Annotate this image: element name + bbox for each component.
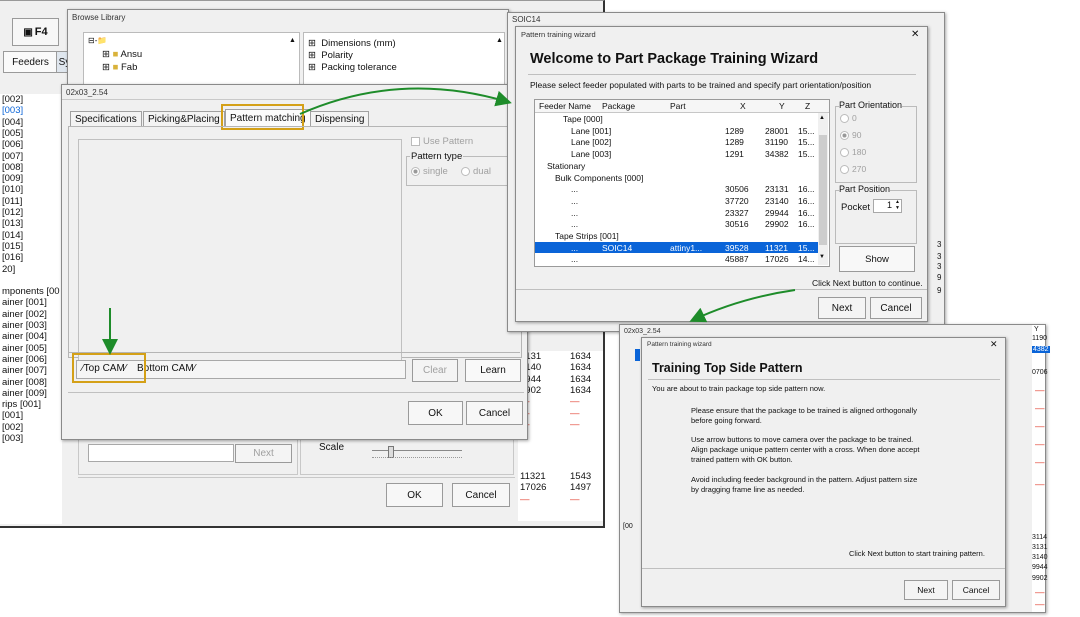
arrow-to-wizard1 — [299, 87, 512, 115]
annotation-arrows — [102, 87, 796, 355]
arrow-to-wizard2 — [689, 289, 796, 323]
